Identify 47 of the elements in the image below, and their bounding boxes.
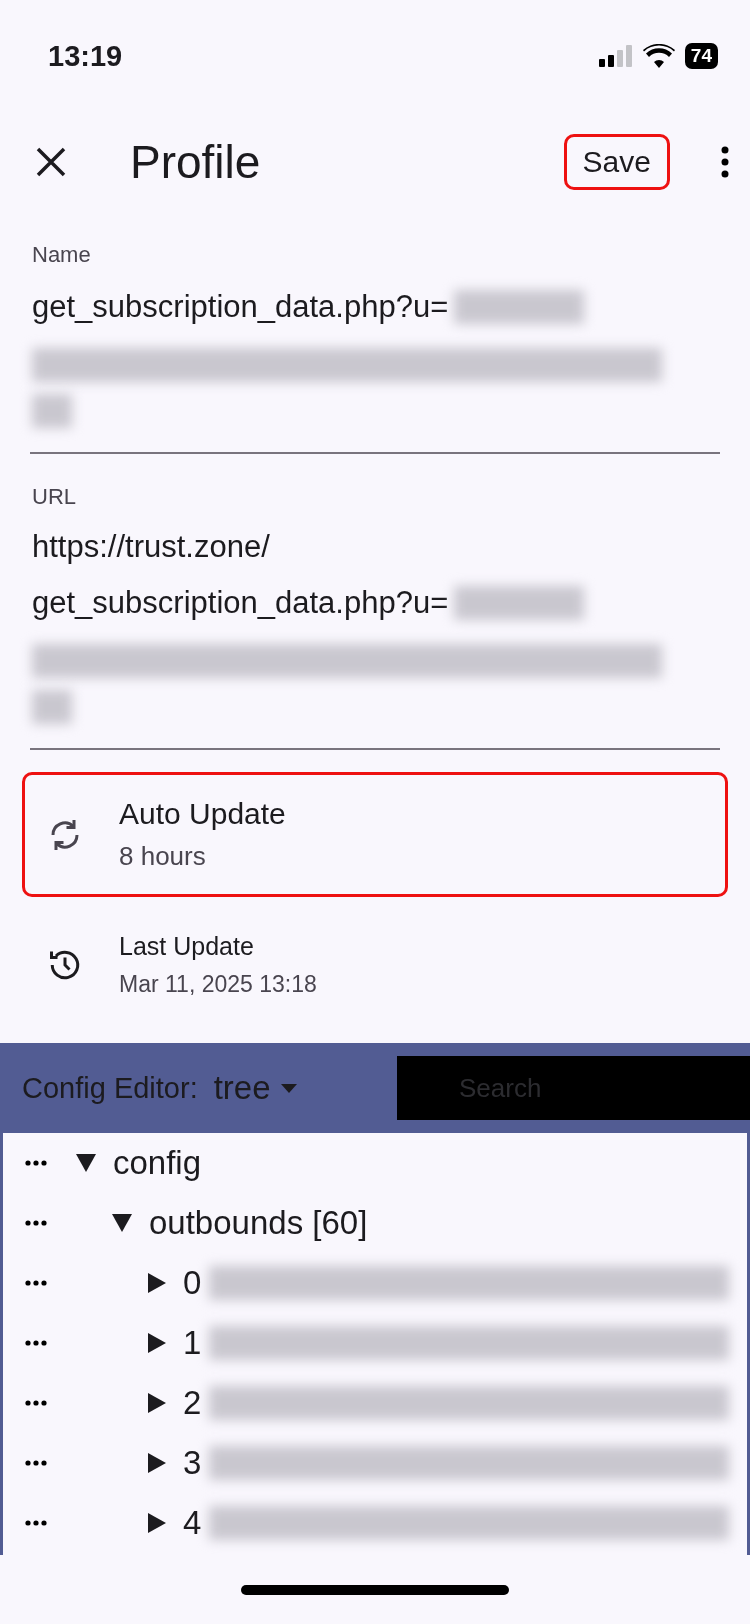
more-dots-icon[interactable] [25, 1460, 47, 1466]
setting-title: Last Update [119, 932, 255, 961]
home-indicator[interactable] [241, 1584, 509, 1595]
dropdown-caret-icon [280, 1083, 297, 1093]
expanded-caret-icon[interactable] [75, 1153, 97, 1173]
status-time: 13:19 [48, 39, 123, 73]
more-menu-icon[interactable] [720, 146, 730, 178]
more-dots-icon[interactable] [25, 1280, 47, 1286]
redacted-text [32, 394, 72, 428]
tree-node-label[interactable]: 3 [183, 1444, 202, 1482]
redacted-text [32, 690, 72, 724]
setting-value: Mar 11, 2025 13:18 [119, 971, 317, 998]
collapsed-caret-icon[interactable] [147, 1452, 167, 1474]
tree-node-label[interactable]: 4 [183, 1504, 202, 1542]
battery-indicator: 74 [684, 43, 718, 69]
collapsed-caret-icon[interactable] [147, 1272, 167, 1294]
field-value: https://trust.zone/ [32, 528, 270, 566]
close-icon[interactable] [36, 147, 66, 177]
text-field[interactable]: Name get_subscription_data.php?u= [30, 212, 720, 454]
setting-tile[interactable]: Auto Update 8 hours [22, 772, 728, 897]
collapsed-caret-icon[interactable] [147, 1392, 167, 1414]
text-field[interactable]: URL https://trust.zone/ get_subscription_data.php?u= [30, 454, 720, 750]
field-value: get_subscription_data.php?u= [32, 584, 449, 622]
field-label: URL [32, 484, 77, 510]
field-label: Name [32, 242, 92, 268]
signal-icon [598, 45, 633, 67]
save-button[interactable]: Save [563, 134, 670, 190]
more-dots-icon[interactable] [25, 1160, 47, 1166]
more-dots-icon[interactable] [25, 1520, 47, 1526]
collapsed-caret-icon[interactable] [147, 1512, 167, 1534]
field-value: get_subscription_data.php?u= [32, 288, 449, 326]
tree-node-label[interactable]: config [113, 1144, 202, 1182]
tree-node-label[interactable]: outbounds [60] [149, 1204, 368, 1242]
tree-node-label[interactable]: 1 [183, 1324, 202, 1362]
collapsed-caret-icon[interactable] [147, 1332, 167, 1354]
tree-node-label[interactable]: 0 [183, 1264, 202, 1302]
more-dots-icon[interactable] [25, 1340, 47, 1346]
wifi-icon [642, 44, 675, 68]
expanded-caret-icon[interactable] [111, 1213, 133, 1233]
setting-tile[interactable]: Last Update Mar 11, 2025 13:18 [22, 913, 728, 1017]
config-editor-label: Config Editor: [22, 1071, 198, 1105]
tree-node-label[interactable]: 2 [183, 1384, 202, 1422]
setting-value: 8 hours [119, 841, 207, 872]
more-dots-icon[interactable] [25, 1400, 47, 1406]
setting-title: Auto Update [119, 797, 286, 831]
more-dots-icon[interactable] [25, 1220, 47, 1226]
page-title: Profile [130, 135, 262, 189]
